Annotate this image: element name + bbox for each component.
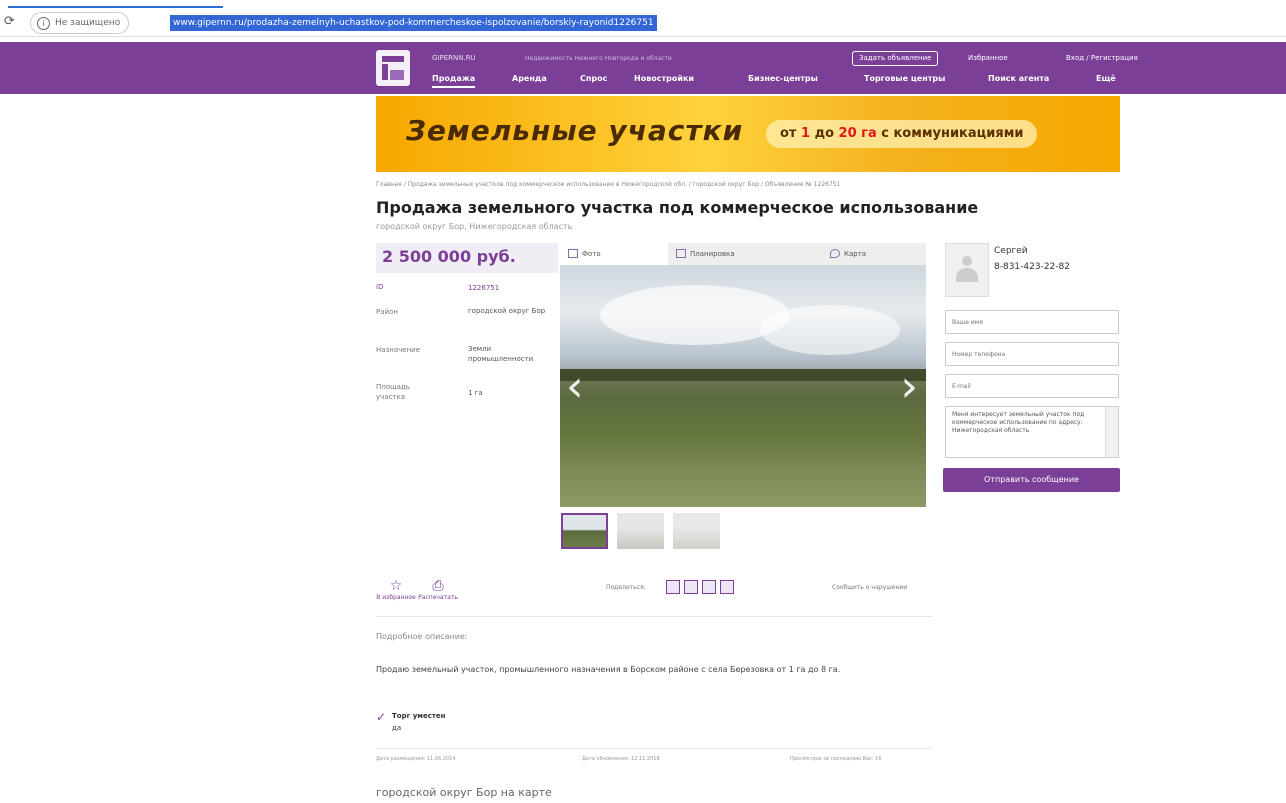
share-ok-icon[interactable] — [684, 580, 698, 594]
nav-item-sale[interactable]: Продажа — [432, 74, 476, 88]
seller-avatar — [945, 243, 989, 297]
info-icon: i — [37, 17, 50, 30]
share-fb-icon[interactable] — [702, 580, 716, 594]
banner-subtitle: от 1 до 20 га с коммуникациями — [766, 120, 1038, 148]
page-title: Продажа земельного участка под коммерчес… — [376, 198, 979, 217]
breadcrumb[interactable]: Главная / Продажа земельных участков под… — [376, 181, 1120, 188]
check-icon: ✓ — [376, 710, 387, 724]
print-icon: ⎙ — [432, 578, 444, 594]
login-link[interactable]: Вход / Регистрация — [1066, 54, 1138, 62]
divider — [376, 748, 932, 749]
name-input[interactable] — [945, 310, 1119, 334]
price-box: 2 500 000 руб. — [376, 243, 558, 273]
prop-value-district: городской округ Бор — [468, 307, 546, 315]
photo-thumbnail[interactable] — [673, 513, 720, 549]
map-section-title: городской округ Бор на карте — [376, 786, 552, 799]
share-vk-icon[interactable] — [666, 580, 680, 594]
bargain-value: да — [392, 724, 402, 732]
prop-label-district: Район — [376, 308, 398, 316]
photo-icon — [568, 249, 578, 258]
main-nav: Продажа Аренда Спрос Новостройки Бизнес-… — [432, 74, 1122, 90]
prop-label-area: Площадь участка — [376, 383, 410, 401]
listing-location: городской округ Бор, Нижегородская облас… — [376, 222, 573, 231]
layout-icon — [676, 249, 686, 258]
prop-value-area: 1 га — [468, 389, 483, 397]
description-heading: Подробное описание: — [376, 632, 468, 641]
security-indicator[interactable]: i Не защищено — [30, 12, 130, 34]
price: 2 500 000 руб. — [382, 247, 516, 266]
tab-link-underline[interactable] — [8, 0, 223, 8]
nav-item-new-buildings[interactable]: Новостройки — [634, 74, 694, 83]
send-message-button[interactable]: Отправить сообщение — [943, 468, 1120, 492]
email-input[interactable] — [945, 374, 1119, 398]
favorites-link[interactable]: Избранное — [968, 54, 1008, 62]
nav-item-more[interactable]: Ещё — [1096, 74, 1116, 83]
print-button[interactable]: ⎙ Распечатать — [418, 578, 458, 601]
prop-label-purpose: Назначение — [376, 346, 421, 354]
message-textarea[interactable]: Меня интересует земельный участок под ко… — [945, 406, 1119, 458]
gallery-tabs: Фото Планировка Карта — [560, 243, 926, 265]
seller-name: Сергей — [994, 246, 1028, 256]
nav-item-rent[interactable]: Аренда — [512, 74, 547, 83]
description-text: Продаю земельный участок, промышленного … — [376, 665, 841, 674]
reload-icon[interactable]: ⟳ — [4, 14, 18, 32]
nav-item-demand[interactable]: Спрос — [580, 74, 607, 83]
star-icon: ☆ — [389, 578, 403, 594]
next-photo-icon[interactable]: › — [900, 365, 918, 409]
map-pin-icon — [830, 249, 840, 258]
report-link[interactable]: Сообщить о нарушении — [832, 584, 907, 591]
prop-label-id: ID — [376, 283, 384, 291]
site-slogan: Недвижимость Нижнего Новгорода и области — [525, 55, 672, 62]
seller-phone[interactable]: 8-831-423-22-82 — [994, 262, 1070, 272]
phone-input[interactable] — [945, 342, 1119, 366]
prop-value-purpose: Земли промышленности — [468, 345, 534, 363]
site-name: GIPERNN.RU — [432, 54, 476, 62]
updated-date: Дата обновления: 12.11.2018 — [582, 756, 660, 762]
prop-value-id: 1226751 — [468, 284, 500, 292]
share-label: Поделиться: — [606, 584, 646, 591]
nav-item-find-agent[interactable]: Поиск агента — [988, 74, 1049, 83]
site-logo-icon[interactable] — [376, 50, 410, 86]
banner-title: Земельные участки — [406, 114, 744, 147]
listing-photo[interactable]: ‹ › — [560, 265, 926, 507]
posted-date: Дата размещения: 11.06.2014 — [376, 756, 456, 762]
url-field[interactable]: www.gipernn.ru/prodazha-zemelnyh-uchastk… — [170, 15, 657, 31]
views-count: Просмотров за последнюю Вас: 16 — [790, 756, 882, 762]
tab-photo[interactable]: Фото — [560, 243, 668, 265]
tab-layout[interactable]: Планировка — [668, 243, 820, 265]
add-listing-button[interactable]: Задать объявление — [852, 51, 939, 66]
share-mail-icon[interactable] — [720, 580, 734, 594]
tab-map[interactable]: Карта — [822, 243, 924, 265]
photo-thumbnail[interactable] — [617, 513, 664, 549]
add-to-favorites-button[interactable]: ☆ В избранное — [376, 578, 416, 601]
divider — [376, 616, 932, 617]
photo-thumbnail[interactable] — [561, 513, 608, 549]
bargain-label: Торг уместен — [392, 712, 446, 720]
ad-banner[interactable]: Земельные участки от 1 до 20 га с коммун… — [376, 96, 1120, 172]
security-label: Не защищено — [55, 18, 121, 28]
address-bar: ⟳ i Не защищено www.gipernn.ru/prodazha-… — [0, 10, 1286, 37]
prev-photo-icon[interactable]: ‹ — [566, 365, 584, 409]
message-scrollbar[interactable] — [1105, 407, 1118, 457]
nav-item-shopping-centers[interactable]: Торговые центры — [864, 74, 945, 83]
nav-item-business-centers[interactable]: Бизнес-центры — [748, 74, 818, 83]
